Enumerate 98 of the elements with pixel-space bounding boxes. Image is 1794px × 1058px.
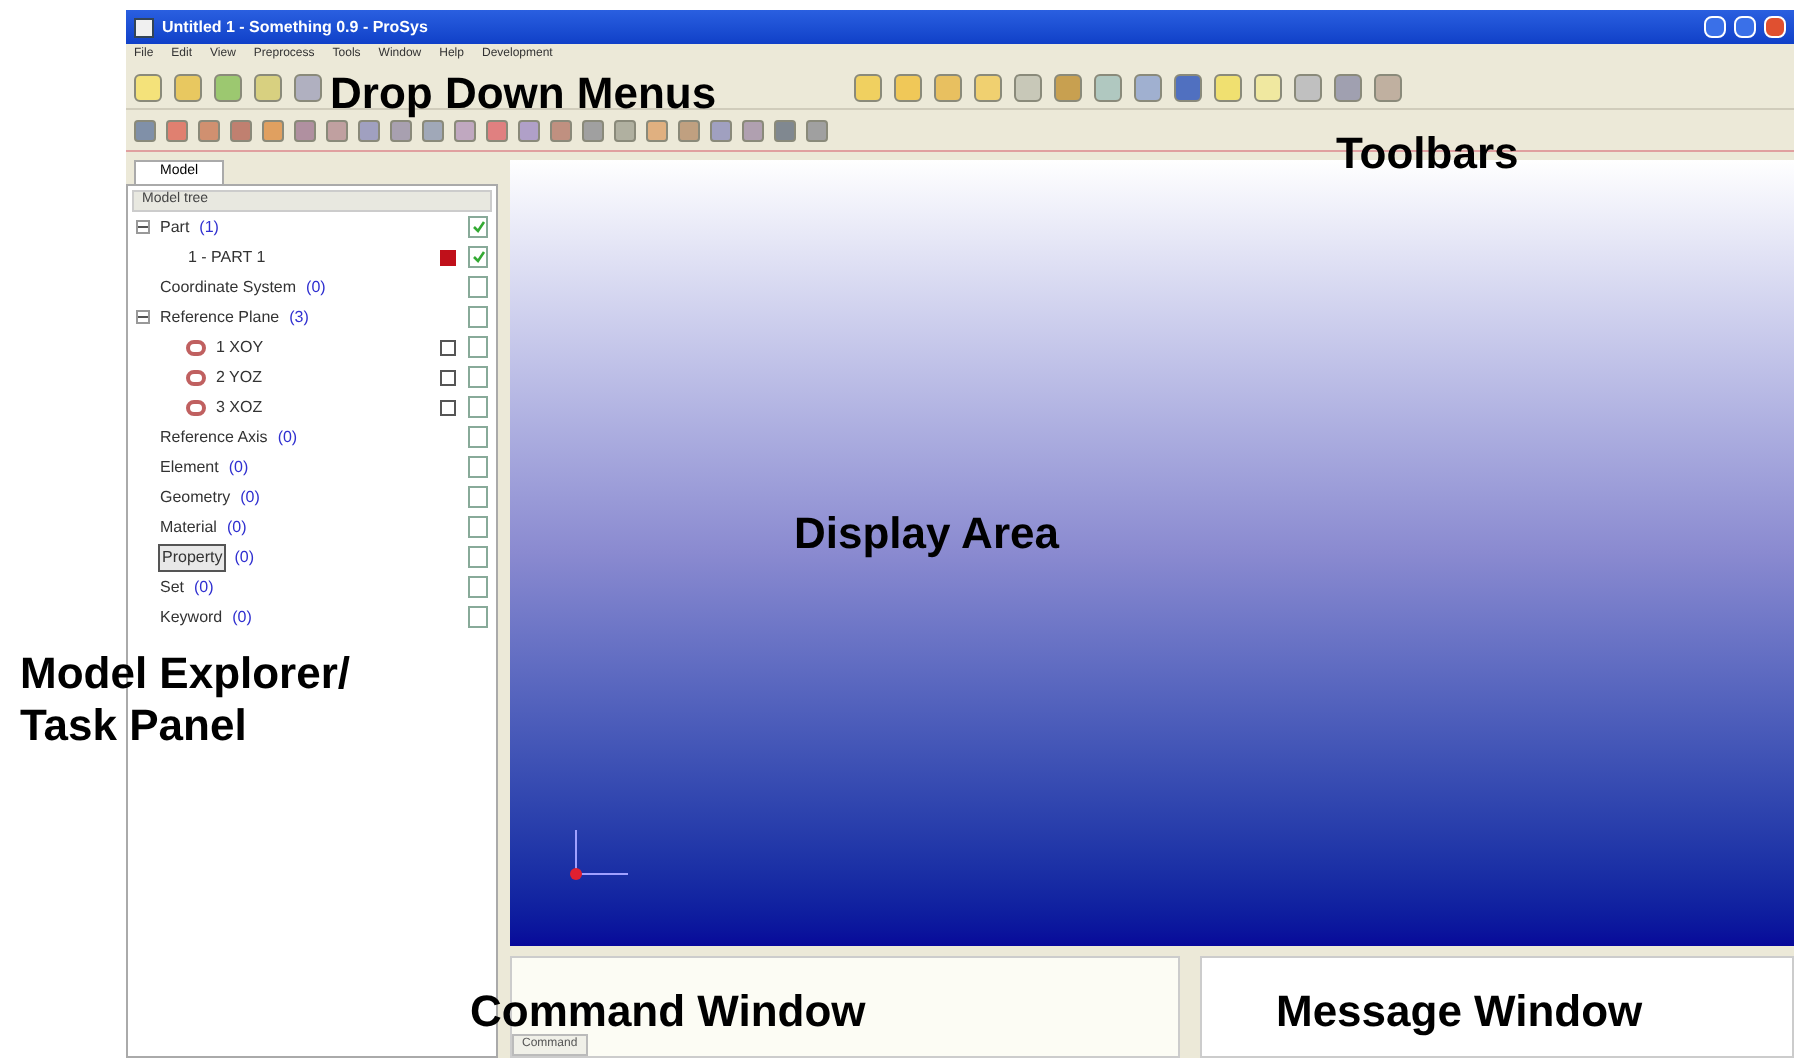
item-count: (0) — [234, 545, 255, 569]
item-count: (0) — [232, 605, 252, 629]
toolbar-icon[interactable] — [134, 119, 156, 141]
item-count: (0) — [306, 275, 326, 299]
expander-icon[interactable] — [136, 220, 150, 234]
toolbar-icon[interactable] — [518, 119, 540, 141]
toolbar-icon[interactable] — [134, 73, 162, 101]
check-icon — [471, 220, 485, 234]
annotation-label: Display Area — [794, 508, 1059, 560]
toolbar-icon[interactable] — [742, 119, 764, 141]
toolbar-icon[interactable] — [974, 73, 1002, 101]
checkbox[interactable] — [468, 336, 488, 358]
toolbar-icon[interactable] — [486, 119, 508, 141]
tree-item[interactable]: Material — [158, 515, 219, 539]
toolbar-icon[interactable] — [422, 119, 444, 141]
toolbar-icon[interactable] — [582, 119, 604, 141]
toolbar-icon[interactable] — [806, 119, 828, 141]
tree-item[interactable]: 3 XOZ — [214, 395, 265, 419]
toolbar-icon[interactable] — [1294, 73, 1322, 101]
toolbar-icon[interactable] — [214, 73, 242, 101]
toolbar-icon[interactable] — [454, 119, 476, 141]
minimize-button[interactable] — [1704, 16, 1726, 38]
item-count: (0) — [240, 485, 260, 509]
annotation-label: Model Explorer/ Task Panel — [20, 648, 351, 752]
checkbox[interactable] — [468, 426, 488, 448]
tree-item[interactable]: 1 - PART 1 — [186, 245, 268, 269]
checkbox[interactable] — [468, 396, 488, 418]
toolbar-icon[interactable] — [294, 119, 316, 141]
toolbar-icon[interactable] — [294, 73, 322, 101]
checkbox[interactable] — [440, 339, 456, 355]
item-count: (0) — [228, 455, 249, 479]
tree-item[interactable]: 1 XOY — [214, 335, 266, 359]
checkbox[interactable] — [440, 399, 456, 415]
toolbar-icon[interactable] — [550, 119, 572, 141]
toolbar-icon[interactable] — [774, 119, 796, 141]
check-icon — [471, 250, 485, 264]
tree-item[interactable]: Geometry — [158, 485, 233, 509]
checkbox[interactable] — [468, 306, 488, 328]
toolbar-icon[interactable] — [854, 73, 882, 101]
toolbar-icon[interactable] — [174, 73, 202, 101]
tree-item[interactable]: Reference Plane — [158, 305, 282, 329]
toolbar-icon[interactable] — [614, 119, 636, 141]
item-count: (0) — [226, 515, 247, 539]
toolbar-icon[interactable] — [326, 119, 348, 141]
checkbox[interactable] — [468, 246, 488, 268]
tree-item[interactable]: Element — [158, 455, 221, 479]
toolbar-icon[interactable] — [646, 119, 668, 141]
window-title: Untitled 1 - Something 0.9 - ProSys — [162, 15, 428, 39]
toolbar-icon[interactable] — [230, 119, 252, 141]
checkbox[interactable] — [468, 456, 488, 478]
toolbar-icon[interactable] — [254, 73, 282, 101]
toolbar-icon[interactable] — [1014, 73, 1042, 101]
maximize-button[interactable] — [1734, 16, 1756, 38]
tree-item[interactable]: 2 YOZ — [214, 365, 264, 389]
checkbox[interactable] — [468, 276, 488, 298]
toolbar-icon[interactable] — [390, 119, 412, 141]
tree-item[interactable]: Reference Axis — [158, 425, 270, 449]
annotation-label: Message Window — [1276, 986, 1643, 1038]
toolbar-icon[interactable] — [1134, 73, 1162, 101]
tree-item[interactable]: Set — [158, 575, 187, 599]
close-button[interactable] — [1764, 16, 1786, 38]
expander-icon[interactable] — [136, 310, 150, 324]
tree-item[interactable]: Part — [158, 215, 192, 239]
toolbar-icon[interactable] — [1214, 73, 1242, 101]
tree-item[interactable]: Keyword — [158, 605, 225, 629]
checkbox[interactable] — [468, 576, 488, 598]
checkbox[interactable] — [468, 216, 488, 238]
toolbar-icon[interactable] — [358, 119, 380, 141]
toolbar-icon[interactable] — [710, 119, 732, 141]
toolbar-icon[interactable] — [1054, 73, 1082, 101]
toolbar-icon[interactable] — [1094, 73, 1122, 101]
tree-item[interactable]: Coordinate System — [158, 275, 299, 299]
tree-item[interactable]: Property — [158, 543, 227, 571]
toolbar-icon[interactable] — [262, 119, 284, 141]
checkbox[interactable] — [468, 516, 488, 538]
toolbar-icon[interactable] — [934, 73, 962, 101]
toolbar-icon[interactable] — [198, 119, 220, 141]
annotation-label: Toolbars — [1336, 128, 1519, 180]
toolbar-icon[interactable] — [1374, 73, 1402, 101]
checkbox[interactable] — [468, 366, 488, 388]
toolbar-icon[interactable] — [1334, 73, 1362, 101]
toolbar-icon[interactable] — [166, 119, 188, 141]
color-swatch[interactable] — [440, 249, 456, 265]
app-icon — [134, 17, 154, 37]
checkbox[interactable] — [468, 606, 488, 628]
item-count: (1) — [199, 215, 219, 239]
toolbar-icon[interactable] — [894, 73, 922, 101]
checkbox[interactable] — [468, 546, 488, 568]
annotation-label: Drop Down Menus — [330, 68, 717, 120]
annotation-label: Command Window — [470, 986, 866, 1037]
toolbar-icon[interactable] — [1254, 73, 1282, 101]
toolbar-icon[interactable] — [678, 119, 700, 141]
item-count: (3) — [289, 305, 309, 329]
item-count: (0) — [277, 425, 298, 449]
toolbar-icon[interactable] — [1174, 73, 1202, 101]
item-count: (0) — [194, 575, 214, 599]
checkbox[interactable] — [468, 486, 488, 508]
checkbox[interactable] — [440, 369, 456, 385]
